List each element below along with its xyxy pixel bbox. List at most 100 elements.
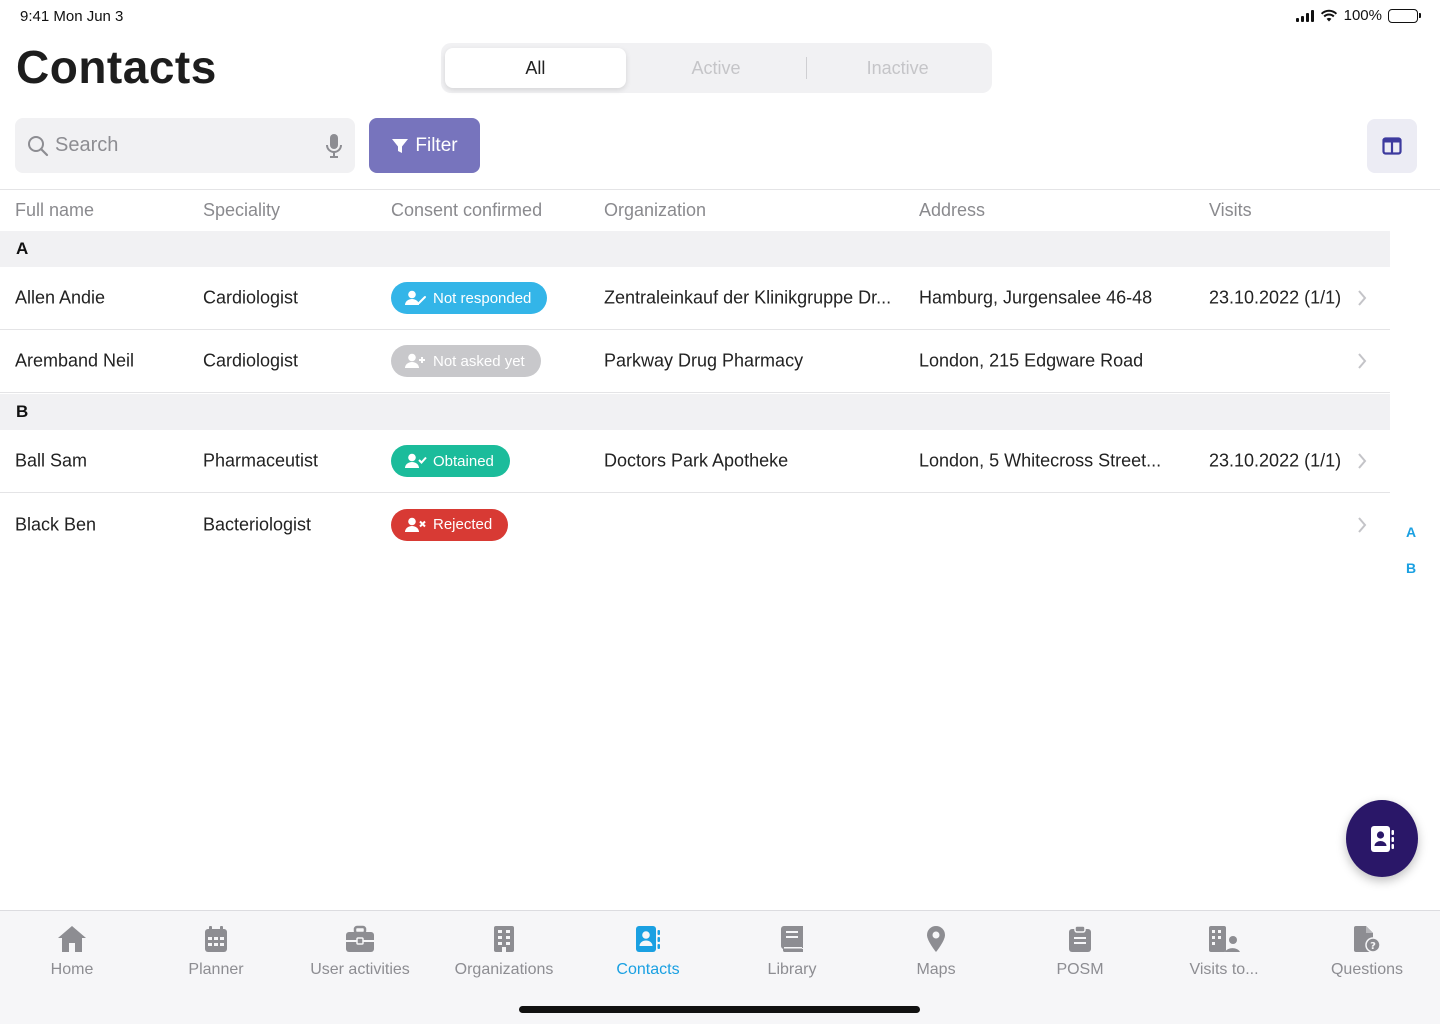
consent-badge: Not asked yet — [391, 345, 541, 377]
document-question-icon: ? — [1354, 926, 1381, 953]
table-row[interactable]: Ball Sam Pharmaceutist Obtained Doctors … — [0, 430, 1390, 493]
tab-label: Planner — [188, 961, 244, 978]
column-header-visits[interactable]: Visits — [1209, 200, 1369, 221]
page-title: Contacts — [16, 41, 217, 93]
index-letter-a[interactable]: A — [1406, 524, 1416, 540]
add-contact-button[interactable] — [1346, 800, 1418, 877]
building-person-icon — [1209, 926, 1240, 952]
column-header-speciality[interactable]: Speciality — [203, 200, 383, 221]
contacts-icon — [636, 926, 660, 952]
status-bar: 9:41 Mon Jun 3 100% — [0, 0, 1440, 34]
user-remove-icon — [405, 517, 426, 532]
user-check-icon — [405, 453, 427, 468]
consent-badge-label: Rejected — [433, 516, 493, 533]
book-icon — [781, 926, 803, 952]
columns-icon — [1382, 137, 1402, 155]
contact-organization: Doctors Park Apotheke — [604, 450, 789, 471]
contact-address: London, 215 Edgware Road — [919, 350, 1144, 371]
segment-inactive[interactable]: Inactive — [807, 48, 988, 88]
table-header: Full name Speciality Consent confirmed O… — [0, 200, 1390, 230]
map-pin-icon — [927, 926, 945, 952]
contact-organization: Parkway Drug Pharmacy — [604, 350, 804, 371]
contact-organization: Zentraleinkauf der Klinikgruppe Dr... — [604, 287, 892, 308]
column-header-consent[interactable]: Consent confirmed — [391, 200, 601, 221]
user-pending-icon — [405, 290, 426, 305]
consent-badge: Rejected — [391, 508, 509, 541]
contact-address: Hamburg, Jurgensalee 46-48 — [919, 287, 1153, 308]
table-row[interactable]: Aremband Neil Cardiologist Not asked yet… — [0, 330, 1390, 393]
microphone-icon[interactable] — [325, 133, 343, 159]
chevron-right-icon — [1358, 453, 1367, 469]
tab-maps[interactable]: Maps — [871, 925, 1001, 979]
contact-card-icon — [1371, 825, 1394, 852]
column-layout-button[interactable] — [1367, 119, 1417, 173]
tab-label: Organizations — [454, 961, 554, 978]
consent-cell: Obtained — [391, 445, 601, 477]
chevron-right-icon — [1358, 290, 1367, 306]
header-divider — [0, 189, 1440, 190]
briefcase-icon — [346, 925, 374, 952]
consent-cell: Not asked yet — [391, 345, 601, 377]
contact-name: Aremband Neil — [15, 350, 135, 371]
column-header-organization[interactable]: Organization — [604, 200, 904, 221]
contact-visits: 23.10.2022 (1/1) — [1209, 450, 1342, 471]
consent-badge-label: Not asked yet — [433, 352, 525, 370]
segment-all[interactable]: All — [445, 48, 626, 88]
segment-active[interactable]: Active — [626, 48, 807, 88]
tab-label: Contacts — [616, 961, 680, 978]
contact-name: Ball Sam — [15, 450, 88, 471]
filter-icon — [392, 138, 409, 153]
chevron-right-icon — [1358, 516, 1367, 533]
consent-cell: Rejected — [391, 508, 601, 541]
tab-label: Library — [767, 961, 817, 978]
status-time: 9:41 Mon Jun 3 — [20, 8, 124, 25]
tab-label: Maps — [916, 961, 956, 978]
tab-library[interactable]: Library — [727, 925, 857, 979]
battery-percent: 100% — [1343, 7, 1382, 24]
status-segmented-control: All Active Inactive — [441, 43, 992, 93]
status-indicators: 100% — [1295, 7, 1421, 24]
consent-cell: Not responded — [391, 282, 601, 314]
battery-icon — [1388, 8, 1421, 23]
contact-address: London, 5 Whitecross Street... — [919, 450, 1162, 471]
table-row[interactable]: Black Ben Bacteriologist Rejected — [0, 493, 1390, 556]
tab-contacts[interactable]: Contacts — [583, 925, 713, 979]
section-header-a: A — [0, 231, 1390, 267]
tab-label: POSM — [1056, 961, 1104, 978]
table-row[interactable]: Allen Andie Cardiologist Not responded Z… — [0, 267, 1390, 330]
home-icon — [58, 926, 86, 952]
tab-visits-to[interactable]: Visits to... — [1159, 925, 1289, 979]
section-header-b: B — [0, 394, 1390, 430]
tab-user-activities[interactable]: User activities — [295, 925, 425, 979]
column-header-full-name[interactable]: Full name — [15, 200, 195, 221]
svg-text:?: ? — [1370, 941, 1376, 952]
wifi-icon — [1320, 9, 1337, 22]
tab-posm[interactable]: POSM — [1015, 925, 1145, 979]
filter-button-label: Filter — [415, 134, 458, 156]
contact-speciality: Cardiologist — [203, 287, 299, 308]
consent-badge-label: Not responded — [433, 289, 532, 307]
calendar-icon — [205, 926, 227, 952]
column-header-address[interactable]: Address — [919, 200, 1199, 221]
cellular-signal-icon — [1295, 9, 1314, 22]
filter-button[interactable]: Filter — [369, 118, 480, 173]
tab-label: Home — [50, 961, 94, 978]
index-letter-b[interactable]: B — [1406, 560, 1416, 576]
search-icon — [27, 135, 49, 157]
chevron-right-icon — [1358, 353, 1367, 369]
consent-badge: Not responded — [391, 282, 548, 314]
tab-organizations[interactable]: Organizations — [439, 925, 569, 979]
contact-speciality: Pharmaceutist — [203, 450, 319, 471]
contact-visits: 23.10.2022 (1/1) — [1209, 287, 1342, 308]
tab-label: User activities — [310, 961, 410, 978]
tab-home[interactable]: Home — [7, 925, 137, 979]
tab-questions[interactable]: ? Questions — [1302, 925, 1432, 979]
contact-speciality: Cardiologist — [203, 350, 299, 371]
contact-speciality: Bacteriologist — [203, 514, 312, 534]
tab-label: Questions — [1330, 961, 1404, 978]
search-input[interactable] — [55, 134, 325, 157]
building-icon — [494, 926, 514, 952]
consent-badge: Obtained — [391, 445, 510, 477]
home-indicator — [519, 1006, 920, 1013]
tab-planner[interactable]: Planner — [151, 925, 281, 979]
